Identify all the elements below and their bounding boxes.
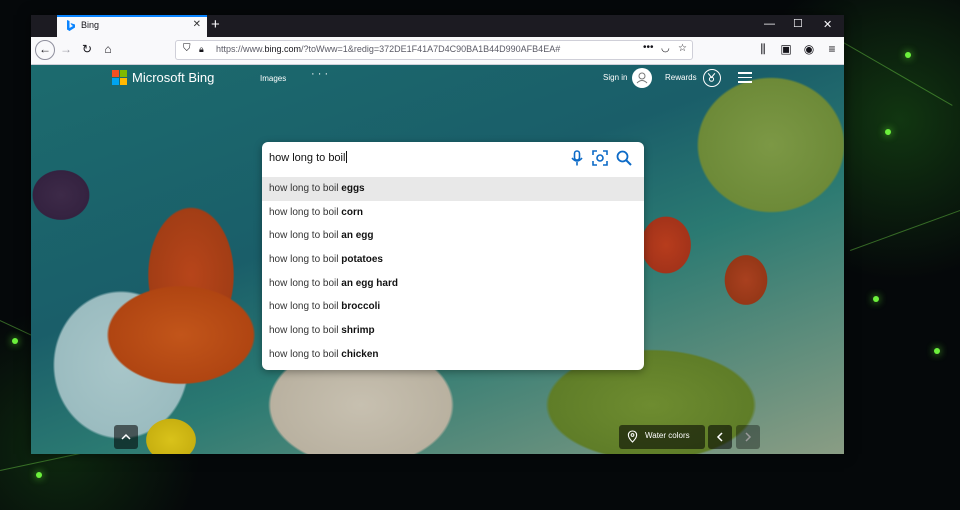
desktop-decor-dot [36,472,42,478]
sidebar-icon[interactable]: ▣ [776,39,796,59]
image-caption-text: Water colors [645,431,690,440]
close-icon[interactable]: ✕ [193,19,201,30]
suggestion-item[interactable]: how long to boil chicken [262,343,644,367]
bing-icon [67,20,75,31]
menu-icon[interactable]: ≡ [822,39,842,59]
desktop-decor-dot [905,52,911,58]
suggestion-item[interactable]: how long to boil corn [262,201,644,225]
hamburger-menu-icon[interactable] [738,72,752,83]
address-bar[interactable]: ⛉ 🔒︎ https://www.bing.com/?toWww=1&redig… [175,40,693,60]
search-icon[interactable] [615,149,633,167]
library-icon[interactable]: ⫼ [753,39,773,59]
logo-text: Microsoft Bing [132,70,215,85]
search-box: how long to boil how long to boil eggs h… [262,142,644,370]
rewards-link[interactable]: Rewards [665,73,697,82]
account-icon[interactable]: ◉ [799,39,819,59]
visual-search-icon[interactable] [591,149,609,167]
home-icon[interactable]: ⌂ [98,39,118,59]
forward-icon[interactable]: → [56,39,76,59]
more-menu-link[interactable]: · · · [311,68,328,80]
tab-bar: Bing ✕ + — ☐ ✕ [31,15,844,37]
bing-logo[interactable]: Microsoft Bing [112,69,222,87]
shield-icon[interactable]: ⛉ [183,43,191,54]
minimize-icon[interactable]: — [764,18,775,30]
navigation-toolbar: ← → ↻ ⌂ ⛉ 🔒︎ https://www.bing.com/?toWww… [31,37,844,65]
reload-icon[interactable]: ↻ [77,39,97,59]
browser-window: Bing ✕ + — ☐ ✕ ← → ↻ ⌂ ⛉ 🔒︎ https://www.… [31,15,844,454]
pocket-icon[interactable]: ◡ [661,43,670,54]
lock-icon[interactable]: 🔒︎ [199,44,204,55]
url-text[interactable]: https://www.bing.com/?toWww=1&redig=372D… [216,44,560,54]
star-icon[interactable]: ☆ [678,43,687,54]
plus-icon[interactable]: + [211,16,220,33]
tab-bing[interactable]: Bing ✕ [57,15,207,37]
avatar-icon[interactable] [632,68,652,88]
next-image-button[interactable] [736,425,760,449]
scroll-up-button[interactable] [114,425,138,449]
close-window-icon[interactable]: ✕ [823,18,832,31]
suggestion-item[interactable]: how long to boil an egg hard [262,272,644,296]
desktop-decor-line [850,208,960,251]
chevron-up-icon [121,433,131,440]
suggestion-item[interactable]: how long to boil potatoes [262,248,644,272]
suggestion-item[interactable]: how long to boil broccoli [262,295,644,319]
desktop-decor-dot [12,338,18,344]
back-icon[interactable]: ← [35,40,55,60]
suggestion-list: how long to boil eggs how long to boil c… [262,177,644,367]
location-pin-icon [627,430,638,443]
maximize-icon[interactable]: ☐ [793,17,803,30]
search-input[interactable]: how long to boil [269,151,348,164]
microsoft-logo-icon [112,70,128,86]
desktop-decor-dot [885,129,891,135]
chevron-left-icon [716,432,723,442]
chevron-right-icon [745,432,752,442]
bing-homepage: Microsoft Bing Images · · · Sign in Rewa… [31,65,844,454]
desktop-decor-line [839,40,953,106]
suggestion-item[interactable]: how long to boil eggs [262,177,644,201]
medal-icon[interactable] [703,69,721,87]
suggestion-item[interactable]: how long to boil shrimp [262,319,644,343]
desktop-decor-dot [934,348,940,354]
image-caption-button[interactable]: Water colors [619,425,705,449]
suggestion-item[interactable]: how long to boil an egg [262,224,644,248]
more-icon[interactable]: ••• [643,42,654,53]
tab-title: Bing [81,20,100,30]
sign-in-link[interactable]: Sign in [603,73,627,82]
previous-image-button[interactable] [708,425,732,449]
images-link[interactable]: Images [260,74,286,83]
desktop-decor-dot [873,296,879,302]
microphone-icon[interactable] [568,149,586,167]
